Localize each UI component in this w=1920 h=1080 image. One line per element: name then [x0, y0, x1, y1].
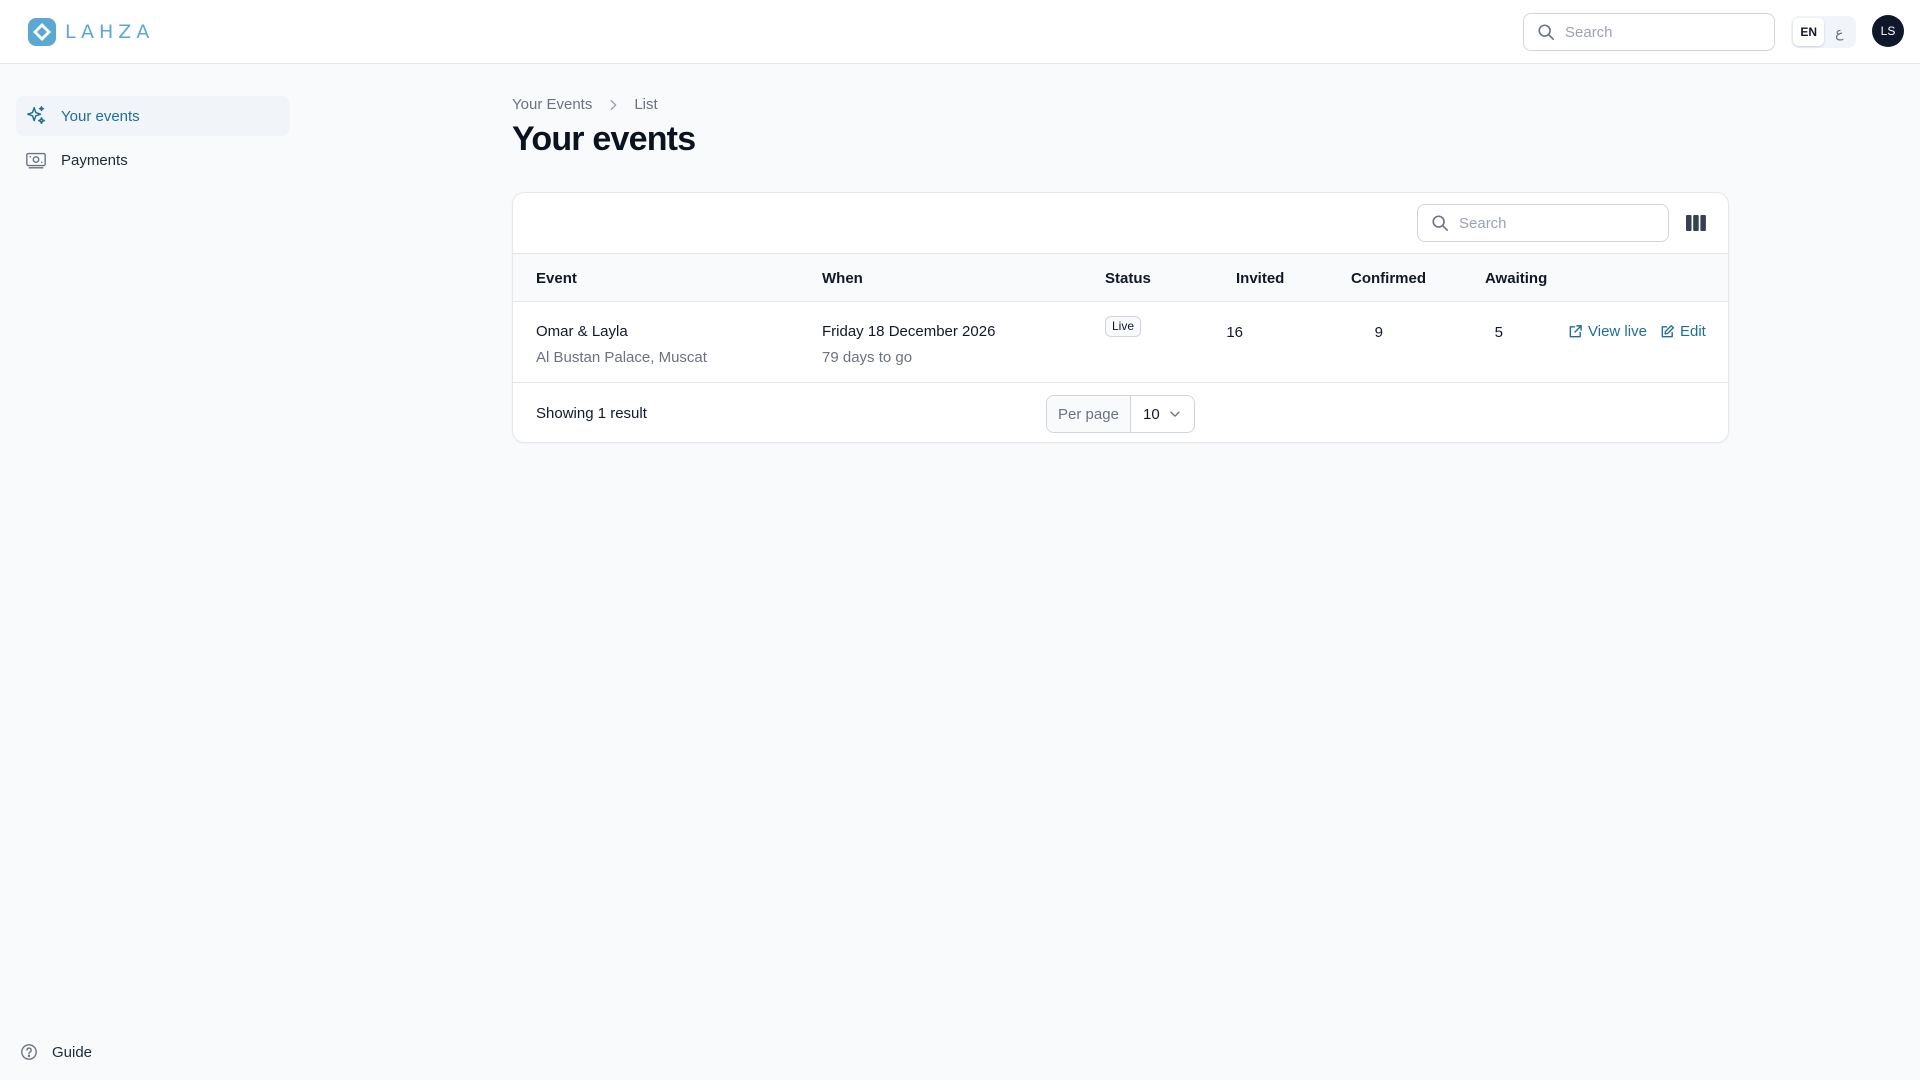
user-avatar[interactable]: LS [1872, 15, 1904, 47]
chevron-right-icon [610, 99, 617, 110]
breadcrumb-your-events[interactable]: Your Events [512, 96, 592, 113]
per-page-value: 10 [1143, 405, 1160, 423]
help-circle-icon [21, 1044, 37, 1060]
edit-link[interactable]: Edit [1660, 323, 1706, 340]
sidebar-item-payments[interactable]: Payments [16, 140, 290, 180]
table-search-input[interactable]: Search [1417, 204, 1669, 242]
external-link-icon [1569, 325, 1582, 338]
table-header: Event When Status Invited Confirmed Awai… [513, 253, 1728, 302]
page-title: Your events [512, 120, 696, 158]
sidebar-item-label: Payments [61, 151, 128, 169]
column-header-awaiting[interactable]: Awaiting [1485, 270, 1547, 287]
search-icon [1538, 24, 1555, 41]
global-search-placeholder: Search [1565, 23, 1613, 41]
event-date: Friday 18 December 2026 [822, 323, 996, 340]
sidebar-item-your-events[interactable]: Your events [16, 96, 290, 136]
invited-count: 16 [1226, 324, 1243, 341]
language-en-button[interactable]: EN [1793, 18, 1825, 46]
breadcrumb: Your Events List [512, 96, 658, 113]
guide-label: Guide [52, 1043, 93, 1061]
event-name: Omar & Layla [536, 323, 628, 340]
view-live-label: View live [1588, 323, 1647, 340]
status-badge: Live [1105, 316, 1142, 337]
column-header-event[interactable]: Event [536, 270, 577, 287]
breadcrumb-list: List [634, 96, 658, 113]
confirmed-count: 9 [1374, 324, 1383, 341]
edit-label: Edit [1680, 323, 1706, 340]
per-page-value-container[interactable]: 10 [1131, 396, 1194, 432]
app-logo[interactable]: LAHZA [27, 17, 154, 47]
top-bar: LAHZA Search EN ع LS [0, 0, 1920, 64]
column-header-invited[interactable]: Invited [1236, 270, 1284, 287]
brand-name: LAHZA [65, 21, 155, 43]
global-search-input[interactable]: Search [1523, 13, 1775, 51]
view-live-link[interactable]: View live [1568, 323, 1647, 340]
banknote-icon [26, 152, 46, 169]
search-icon [1432, 215, 1449, 232]
sidebar-item-label: Your events [61, 107, 140, 125]
chevron-down-icon [1170, 411, 1180, 417]
edit-icon [1661, 324, 1675, 338]
table-search-placeholder: Search [1459, 214, 1507, 232]
table-row[interactable] [513, 302, 1728, 383]
awaiting-count: 5 [1494, 324, 1503, 341]
column-header-status[interactable]: Status [1105, 270, 1151, 287]
guide-link[interactable]: Guide [20, 1043, 92, 1061]
events-table-card: Search Event When Status Invited Confirm… [512, 192, 1729, 443]
columns-toggle-icon[interactable] [1686, 214, 1706, 232]
event-venue: Al Bustan Palace, Muscat [536, 349, 707, 366]
column-header-when[interactable]: When [822, 270, 863, 287]
event-countdown: 79 days to go [822, 349, 913, 366]
results-count: Showing 1 result [536, 405, 647, 422]
language-switcher[interactable]: EN ع [1791, 16, 1856, 48]
per-page-label: Per page [1047, 396, 1131, 432]
column-header-confirmed[interactable]: Confirmed [1351, 270, 1426, 287]
sparkles-icon [27, 106, 45, 125]
per-page-select[interactable]: Per page 10 [1046, 395, 1195, 433]
language-ar-button[interactable]: ع [1824, 24, 1854, 41]
lahza-logo-icon [28, 18, 56, 46]
